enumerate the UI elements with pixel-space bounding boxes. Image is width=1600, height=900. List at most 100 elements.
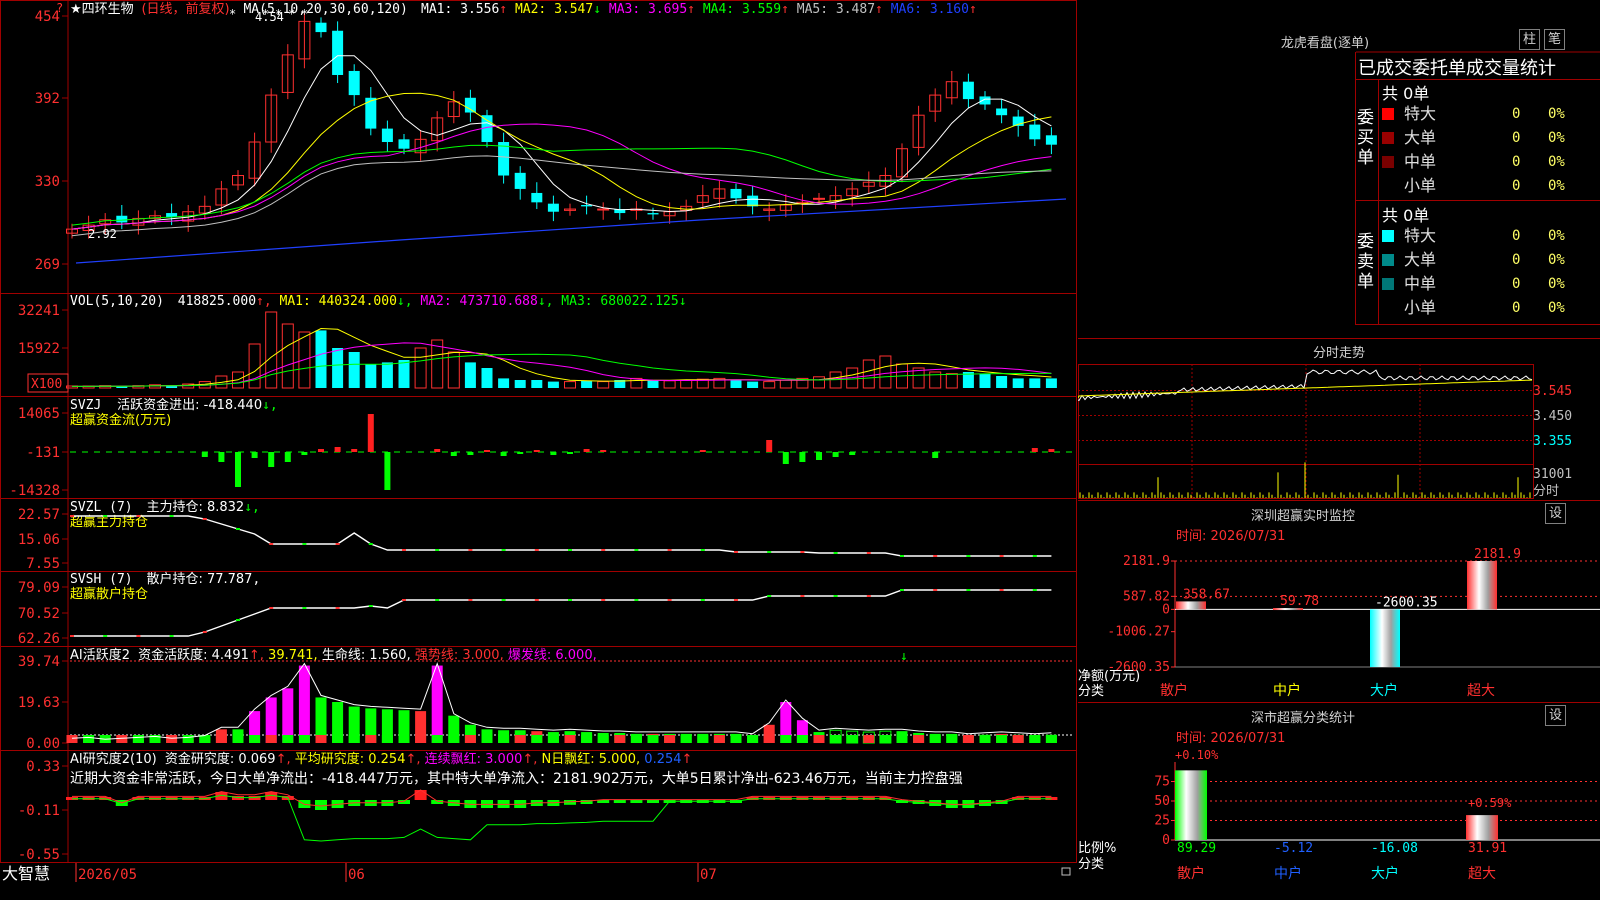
volume-bar bbox=[581, 380, 593, 388]
intraday-chart[interactable]: 3.545 3.450 3.355 31001 分时 bbox=[1078, 360, 1600, 500]
sell-label-1: 特大 bbox=[1404, 226, 1437, 245]
volume-bar bbox=[730, 380, 742, 388]
szc-cat-1: 散户 bbox=[1177, 865, 1205, 882]
sell-row-3: 中单 0 0% bbox=[1382, 273, 1582, 295]
svzl-line-dot bbox=[866, 552, 871, 554]
szc-bar-1 bbox=[1175, 770, 1207, 840]
ai2-item3: 连续飘红: 3.000 bbox=[425, 751, 523, 767]
tick-mode-button[interactable]: 笔 bbox=[1544, 29, 1565, 50]
ai1-base-bar bbox=[830, 735, 842, 743]
vol-ma2: MA2: 473710.688 bbox=[420, 294, 537, 309]
sell-count-1: 0 bbox=[1512, 228, 1521, 244]
ma-line-1 bbox=[71, 55, 1052, 230]
sz-class-chart[interactable]: 75 50 25 0 89.29 散户 -5.12 中户 -16.08 大户 31.91 超大 +0.1… bbox=[1078, 742, 1600, 900]
ai2-title-line: AI研究度2(10) 资金研究度: 0.069↑, 平均研究度: 0.254↑,… bbox=[70, 751, 692, 767]
svzl-line-dot bbox=[136, 515, 141, 517]
volume-bar bbox=[365, 364, 377, 388]
x-label-jun: 06 bbox=[348, 867, 365, 883]
sell-swatch-2 bbox=[1382, 254, 1394, 266]
bar-mode-button[interactable]: 柱 bbox=[1519, 29, 1540, 50]
svsh-line-dot bbox=[368, 605, 373, 607]
ai1-base-bar bbox=[398, 735, 410, 743]
sell-swatch-1 bbox=[1382, 230, 1394, 242]
ai1-base-bar bbox=[83, 735, 95, 743]
sell-side-label: 委卖单 bbox=[1357, 232, 1374, 292]
ai1-base-bar bbox=[962, 735, 974, 743]
svzj-subtitle: 超赢资金流(万元) bbox=[70, 412, 171, 428]
ai1-bar bbox=[282, 688, 294, 743]
szc-y-label-1: 75 bbox=[1154, 775, 1170, 790]
buy-swatch-2 bbox=[1382, 132, 1394, 144]
buy-count-1: 0 bbox=[1512, 106, 1521, 122]
svzj-y-label-3: -14328 bbox=[9, 483, 60, 499]
high-mark: 4.54 bbox=[255, 10, 284, 24]
sz-class-settings-button[interactable]: 设 bbox=[1545, 705, 1566, 726]
candle-down bbox=[747, 195, 759, 207]
ma-item-6: MA6: 3.160 bbox=[891, 2, 969, 17]
period-note: (日线，前复权) bbox=[141, 1, 229, 17]
volume-bar bbox=[564, 381, 576, 389]
svzl-line-dot bbox=[70, 515, 74, 517]
svzj-bar bbox=[434, 449, 441, 452]
svzj-bar bbox=[201, 452, 208, 457]
volume-bar bbox=[996, 376, 1008, 388]
ai1-base-bar bbox=[647, 735, 659, 743]
svzl-line-dot bbox=[966, 555, 971, 557]
dragon-title: 龙虎看盘(逐单) bbox=[1280, 36, 1370, 51]
volume-bar bbox=[1045, 378, 1057, 388]
ai2-y-label-2: -0.11 bbox=[18, 803, 60, 819]
svsh-line-dot bbox=[667, 599, 672, 601]
svsh-line-dot bbox=[534, 599, 539, 601]
x-label-jul: 07 bbox=[700, 867, 717, 883]
sell-row-4: 小单 0 0% bbox=[1382, 297, 1582, 319]
svzj-bar bbox=[1048, 449, 1055, 452]
candle-down bbox=[581, 205, 593, 207]
ai1-base-bar bbox=[680, 735, 692, 743]
volume-bar bbox=[348, 352, 360, 388]
ai1-bar bbox=[431, 665, 443, 743]
candle-up bbox=[813, 197, 825, 200]
volume-bar bbox=[1029, 378, 1041, 388]
sell-pct-4: 0% bbox=[1548, 300, 1565, 316]
ai1-base-bar bbox=[431, 735, 443, 743]
svsh-line-dot bbox=[136, 635, 141, 637]
volume-bar bbox=[663, 380, 676, 389]
svzj-bar bbox=[1031, 448, 1038, 452]
szm-cat-2: 中户 bbox=[1273, 682, 1301, 699]
ai1-title-line: AI活跃度2 资金活跃度: 4.491↑, 39.741, 生命线: 1.560… bbox=[70, 647, 597, 663]
svsh-line-dot bbox=[601, 599, 606, 601]
szc-y-label-4: 0 bbox=[1162, 833, 1170, 848]
svsh-line bbox=[72, 589, 1052, 637]
sz-monitor-settings-button[interactable]: 设 bbox=[1545, 503, 1566, 524]
volume-bar bbox=[1012, 378, 1024, 388]
ai1-base-bar bbox=[946, 735, 958, 743]
intraday-y-2: 3.450 bbox=[1533, 409, 1572, 424]
ai2-item2: 平均研究度: 0.254 bbox=[295, 751, 406, 767]
ai1-base-bar bbox=[232, 735, 244, 743]
ai2-comment: 近期大资金非常活跃，今日大单净流出：-418.447万元，其中特大单净流入：21… bbox=[70, 770, 963, 787]
ai1-base-bar bbox=[564, 735, 576, 743]
kline-chart-area[interactable]: 454 392 330 269 32241 15922 14065 -131 -… bbox=[0, 0, 1078, 900]
buy-side-label: 委买单 bbox=[1357, 108, 1374, 168]
ai1-base-bar bbox=[514, 735, 526, 743]
candle-down bbox=[398, 139, 410, 149]
sz-monitor-chart[interactable]: 2181.9587.820-1006.27-2600.35358.67散户59.… bbox=[1078, 540, 1600, 702]
szm-value-3: -2600.35 bbox=[1375, 595, 1438, 610]
ma-arrow-2: ↓ bbox=[593, 2, 609, 17]
svsh-item: 散户持仓: 77.787 bbox=[146, 571, 252, 587]
volume-bar bbox=[281, 323, 294, 389]
svzl-line-dot bbox=[435, 549, 440, 551]
corner-question-icon[interactable]: ? bbox=[56, 1, 63, 15]
intraday-y-1: 3.545 bbox=[1533, 384, 1572, 399]
sell-count-3: 0 bbox=[1512, 276, 1521, 292]
svzj-bar bbox=[268, 452, 275, 467]
svzj-bar bbox=[699, 450, 706, 452]
candle-down bbox=[730, 188, 742, 199]
ai1-base-bar bbox=[979, 735, 991, 743]
svzj-bar bbox=[550, 452, 557, 455]
svzl-line-dot bbox=[1032, 555, 1037, 557]
candle-down bbox=[332, 30, 344, 75]
vol-params: VOL(5,10,20) bbox=[70, 294, 164, 309]
lock-icon[interactable] bbox=[1061, 867, 1071, 876]
ai2-bar bbox=[613, 800, 626, 803]
